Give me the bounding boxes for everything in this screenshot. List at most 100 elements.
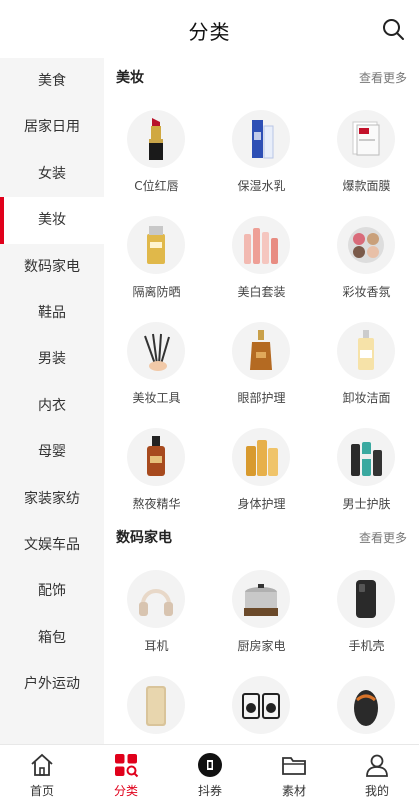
- section-header-digital: 数码家电 查看更多: [104, 518, 419, 554]
- sidebar-item-home-textile[interactable]: 家装家纺: [0, 476, 104, 522]
- home-icon: [31, 753, 53, 776]
- cell-label: 手机壳: [348, 639, 385, 653]
- page-title: 分类: [188, 20, 231, 44]
- sidebar-item-label: 美妆: [38, 212, 66, 229]
- category-cell[interactable]: 熬夜精华: [104, 412, 209, 518]
- category-cell[interactable]: [104, 660, 209, 744]
- tab-label: 素材: [281, 784, 306, 798]
- tab-label: 抖券: [197, 784, 222, 798]
- sidebar-item-entertainment-car[interactable]: 文娱车品: [0, 522, 104, 568]
- sidebar-item-shoes[interactable]: 鞋品: [0, 290, 104, 336]
- sidebar-item-label: 居家日用: [24, 119, 80, 136]
- category-cell[interactable]: 卸妆洁面: [314, 306, 419, 412]
- bottom-tab-bar: 首页 分类 抖券 素材 我的: [0, 744, 419, 800]
- tab-materials[interactable]: 素材: [252, 745, 336, 800]
- sidebar-item-label: 男装: [38, 351, 66, 368]
- eyeshadow-palette-icon: [348, 227, 384, 263]
- sidebar-item-label: 数码家电: [24, 258, 80, 275]
- category-cell[interactable]: 男士护肤: [314, 412, 419, 518]
- speakers-icon: [242, 693, 280, 719]
- section-title: 数码家电: [116, 530, 172, 546]
- cell-label: 身体护理: [237, 497, 286, 511]
- search-icon[interactable]: [381, 17, 405, 41]
- tab-profile[interactable]: 我的: [335, 745, 419, 800]
- sidebar-item-baby[interactable]: 母婴: [0, 429, 104, 475]
- digital-grid: 耳机 厨房家电 手机壳: [104, 554, 419, 744]
- category-sidebar: 美食 居家日用 女装 美妆 数码家电 鞋品 男装 内衣 母婴 家装家纺 文娱车品…: [0, 58, 104, 744]
- sidebar-item-bags[interactable]: 箱包: [0, 615, 104, 661]
- skincare-set-icon: [244, 228, 278, 264]
- cell-label: 美妆工具: [132, 391, 181, 405]
- category-cell[interactable]: 厨房家电: [209, 554, 314, 660]
- category-cell[interactable]: 美妆工具: [104, 306, 209, 412]
- sidebar-item-label: 配饰: [38, 583, 66, 600]
- sidebar-item-label: 内衣: [38, 397, 66, 414]
- tab-home[interactable]: 首页: [0, 745, 84, 800]
- view-more-link[interactable]: 查看更多: [359, 69, 407, 86]
- sidebar-item-label: 美食: [38, 73, 66, 89]
- cell-label: 彩妆香氛: [342, 285, 391, 299]
- category-cell[interactable]: 保湿水乳: [209, 94, 314, 200]
- category-cell[interactable]: 耳机: [104, 554, 209, 660]
- mens-skincare-icon: [351, 442, 382, 476]
- category-cell[interactable]: 彩妆香氛: [314, 200, 419, 306]
- sidebar-item-underwear[interactable]: 内衣: [0, 383, 104, 429]
- essence-bottle-icon: [147, 436, 165, 476]
- beauty-grid: C位红唇 保湿水乳 爆款面膜 隔离防晒 美白套装 彩妆香氛 美妆工具 眼部护理 …: [104, 94, 419, 518]
- tab-label: 首页: [29, 784, 54, 798]
- cell-label: 保湿水乳: [237, 179, 286, 193]
- category-cell[interactable]: 眼部护理: [209, 306, 314, 412]
- sidebar-item-mens-clothing[interactable]: 男装: [0, 336, 104, 382]
- face-mask-icon: [352, 121, 380, 156]
- sidebar-item-womens-clothing[interactable]: 女装: [0, 151, 104, 197]
- category-cell[interactable]: 手机壳: [314, 554, 419, 660]
- cell-label: 眼部护理: [237, 391, 286, 405]
- sidebar-item-outdoor[interactable]: 户外运动: [0, 661, 104, 707]
- lotion-bottle-icon: [252, 120, 274, 159]
- sidebar-item-label: 户外运动: [24, 676, 80, 693]
- category-cell[interactable]: [209, 660, 314, 744]
- makeup-brushes-icon: [144, 333, 170, 371]
- cell-label: 隔离防晒: [132, 285, 181, 299]
- category-icon: [115, 754, 139, 778]
- sidebar-item-label: 鞋品: [38, 304, 66, 321]
- category-cell[interactable]: 爆款面膜: [314, 94, 419, 200]
- headphones-icon: [139, 589, 173, 616]
- user-icon: [366, 754, 388, 777]
- phone-case-icon: [356, 580, 376, 618]
- cell-label: 耳机: [144, 639, 169, 653]
- category-cell[interactable]: [314, 660, 419, 744]
- folder-icon: [282, 757, 306, 775]
- category-cell[interactable]: 身体护理: [209, 412, 314, 518]
- sidebar-item-label: 家装家纺: [24, 490, 80, 507]
- sidebar-item-label: 母婴: [38, 444, 66, 461]
- tab-label: 我的: [364, 784, 389, 798]
- sidebar-item-beauty[interactable]: 美妆: [0, 197, 104, 244]
- tab-category[interactable]: 分类: [84, 745, 168, 800]
- sidebar-item-food[interactable]: 美食: [0, 58, 104, 104]
- category-cell[interactable]: C位红唇: [104, 94, 209, 200]
- active-indicator: [0, 197, 4, 244]
- cell-label: 男士护肤: [342, 497, 391, 511]
- category-cell[interactable]: 隔离防晒: [104, 200, 209, 306]
- cell-label: C位红唇: [134, 179, 179, 193]
- gaming-mouse-icon: [354, 690, 378, 726]
- cell-label: 厨房家电: [237, 639, 286, 653]
- section-header-beauty: 美妆 查看更多: [104, 58, 419, 94]
- cell-label: 熬夜精华: [132, 497, 181, 511]
- top-header: 分类: [0, 0, 419, 58]
- sidebar-item-digital[interactable]: 数码家电: [0, 244, 104, 290]
- cell-label: 美白套装: [237, 285, 286, 299]
- body-care-bottles-icon: [246, 440, 278, 476]
- tab-label: 分类: [113, 784, 138, 798]
- view-more-link[interactable]: 查看更多: [359, 529, 407, 546]
- section-title: 美妆: [116, 70, 144, 86]
- cell-label: 爆款面膜: [342, 179, 391, 193]
- category-cell[interactable]: 美白套装: [209, 200, 314, 306]
- cleanser-bottle-icon: [358, 330, 374, 370]
- sidebar-item-home-goods[interactable]: 居家日用: [0, 104, 104, 150]
- sidebar-item-accessories[interactable]: 配饰: [0, 568, 104, 614]
- tab-coupon[interactable]: 抖券: [168, 745, 252, 800]
- sunscreen-icon: [147, 226, 165, 264]
- sidebar-item-label: 文娱车品: [24, 536, 80, 553]
